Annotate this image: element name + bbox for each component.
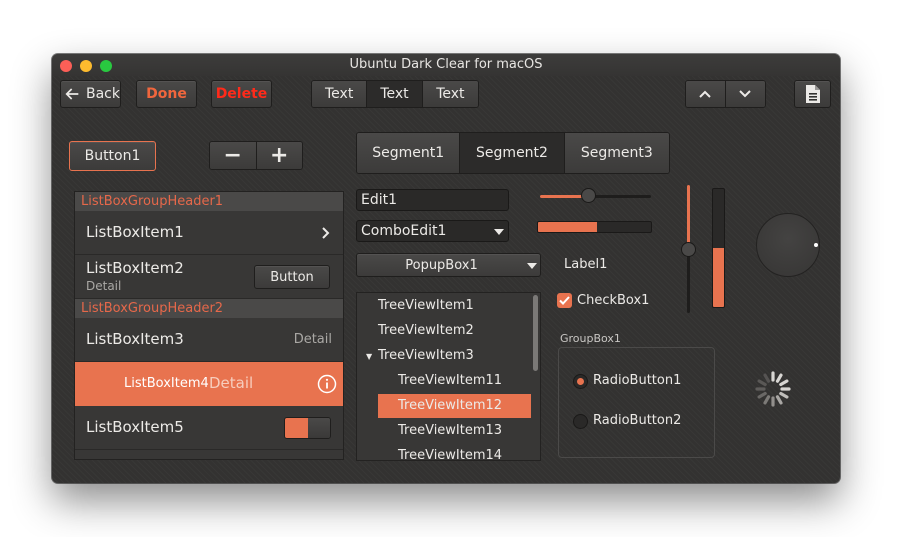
- down-button[interactable]: [725, 81, 765, 107]
- radio1-circle[interactable]: [573, 374, 588, 389]
- list-item-4-selected[interactable]: ListBoxItem4 Detail: [75, 362, 343, 406]
- combo-edit[interactable]: ComboEdit1: [356, 220, 509, 242]
- checkbox1-label: CheckBox1: [577, 293, 650, 308]
- horizontal-slider[interactable]: [540, 188, 651, 203]
- vertical-slider-thumb[interactable]: [681, 242, 696, 257]
- progress-bar: [537, 221, 652, 233]
- button1[interactable]: Button1: [69, 141, 156, 171]
- minimize-window-button[interactable]: [80, 60, 92, 72]
- label1: Label1: [564, 257, 608, 272]
- list-item-3-detail: Detail: [293, 332, 332, 347]
- loading-spinner-icon: [755, 371, 791, 407]
- chevron-up-icon: [699, 90, 711, 98]
- list-item-2-label: ListBoxItem2: [86, 259, 184, 277]
- list-item-3[interactable]: ListBoxItem3 Detail: [75, 318, 343, 362]
- edit1-input[interactable]: Edit1: [356, 189, 509, 211]
- tree-view: TreeViewItem1 TreeViewItem2 ▼ TreeViewIt…: [356, 292, 541, 461]
- list-item-5-label: ListBoxItem5: [86, 418, 184, 436]
- list-item-2[interactable]: ListBoxItem2 Detail Button: [75, 255, 343, 299]
- switch-thumb: [308, 418, 330, 438]
- list-item-1[interactable]: ListBoxItem1: [75, 211, 343, 255]
- vertical-slider[interactable]: [681, 185, 696, 313]
- list-item-2-detail: Detail: [86, 279, 122, 293]
- vertical-progress-bar: [712, 188, 725, 308]
- list-item-5-switch[interactable]: [284, 417, 331, 439]
- tree-item-3[interactable]: TreeViewItem3: [378, 344, 474, 368]
- title-bar[interactable]: Ubuntu Dark Clear for macOS: [52, 54, 840, 76]
- up-down-control: [685, 80, 766, 108]
- slider-thumb[interactable]: [580, 188, 596, 203]
- vertical-progress-fill: [713, 248, 724, 307]
- window-title: Ubuntu Dark Clear for macOS: [349, 57, 543, 72]
- triangle-down-icon[interactable]: ▼: [366, 352, 372, 361]
- radio1-label[interactable]: RadioButton1: [593, 373, 681, 388]
- plus-button[interactable]: +: [256, 142, 302, 169]
- segment-1[interactable]: Segment1: [357, 133, 461, 173]
- list-item-4-detail: Detail: [209, 374, 254, 392]
- minus-plus-stepper: − +: [209, 141, 303, 170]
- radio1-dot: [577, 378, 584, 385]
- list-group-header-2: ListBoxGroupHeader2: [75, 299, 343, 318]
- segment-2[interactable]: Segment2: [460, 133, 565, 173]
- back-label: Back: [86, 86, 120, 102]
- delete-button[interactable]: Delete: [211, 80, 272, 108]
- maximize-window-button[interactable]: [100, 60, 112, 72]
- text-tab-2[interactable]: Text: [367, 81, 423, 107]
- text-tab-3[interactable]: Text: [422, 81, 478, 107]
- minus-button[interactable]: −: [210, 142, 257, 169]
- list-item-1-label: ListBoxItem1: [86, 223, 184, 241]
- popup-box-value: PopupBox1: [405, 257, 478, 273]
- done-button[interactable]: Done: [136, 80, 197, 108]
- popup-caret-icon: [527, 263, 537, 269]
- document-icon: [805, 85, 820, 103]
- back-button[interactable]: Back: [60, 80, 121, 108]
- vertical-slider-fill: [687, 185, 690, 249]
- radio2-circle[interactable]: [573, 414, 588, 429]
- list-box: ListBoxGroupHeader1 ListBoxItem1 ListBox…: [74, 191, 344, 460]
- text-tab-1[interactable]: Text: [312, 81, 368, 107]
- arrow-left-icon: [65, 88, 79, 100]
- checkmark-icon: [559, 296, 570, 305]
- switch-on-track: [285, 418, 309, 438]
- rotary-knob[interactable]: [756, 213, 820, 277]
- combo-caret-icon[interactable]: [494, 229, 504, 235]
- checkbox1[interactable]: CheckBox1: [557, 293, 649, 308]
- knob-indicator: [814, 243, 818, 247]
- segment-control: Segment1 Segment2 Segment3: [356, 132, 670, 174]
- tree-item-1[interactable]: TreeViewItem1: [378, 294, 474, 318]
- tree-scrollbar[interactable]: [533, 295, 538, 371]
- list-item-2-button[interactable]: Button: [254, 265, 330, 289]
- tree-item-14[interactable]: TreeViewItem14: [398, 444, 502, 460]
- groupbox-title: GroupBox1: [560, 332, 621, 345]
- chevron-down-icon: [739, 90, 751, 98]
- checkbox-box[interactable]: [557, 293, 572, 308]
- tree-item-12-selected[interactable]: TreeViewItem12: [378, 394, 531, 418]
- info-icon[interactable]: [317, 374, 337, 394]
- tree-item-11[interactable]: TreeViewItem11: [398, 369, 502, 393]
- list-item-3-label: ListBoxItem3: [86, 330, 184, 348]
- popup-box[interactable]: PopupBox1: [356, 253, 541, 277]
- close-window-button[interactable]: [60, 60, 72, 72]
- list-item-4-label: ListBoxItem4: [124, 376, 209, 391]
- up-button[interactable]: [686, 81, 726, 107]
- tree-item-13[interactable]: TreeViewItem13: [398, 419, 502, 443]
- text-segmented-control: Text Text Text: [311, 80, 479, 108]
- groupbox1: RadioButton1 RadioButton2: [558, 347, 715, 458]
- progress-fill: [538, 222, 597, 232]
- list-item-5[interactable]: ListBoxItem5: [75, 406, 343, 450]
- tree-item-2[interactable]: TreeViewItem2: [378, 319, 474, 343]
- list-group-header-1: ListBoxGroupHeader1: [75, 192, 343, 211]
- radio2-label[interactable]: RadioButton2: [593, 413, 681, 428]
- combo-edit-value: ComboEdit1: [361, 223, 447, 239]
- chevron-right-icon: [322, 227, 330, 239]
- document-button[interactable]: [794, 80, 831, 108]
- segment-3[interactable]: Segment3: [564, 133, 669, 173]
